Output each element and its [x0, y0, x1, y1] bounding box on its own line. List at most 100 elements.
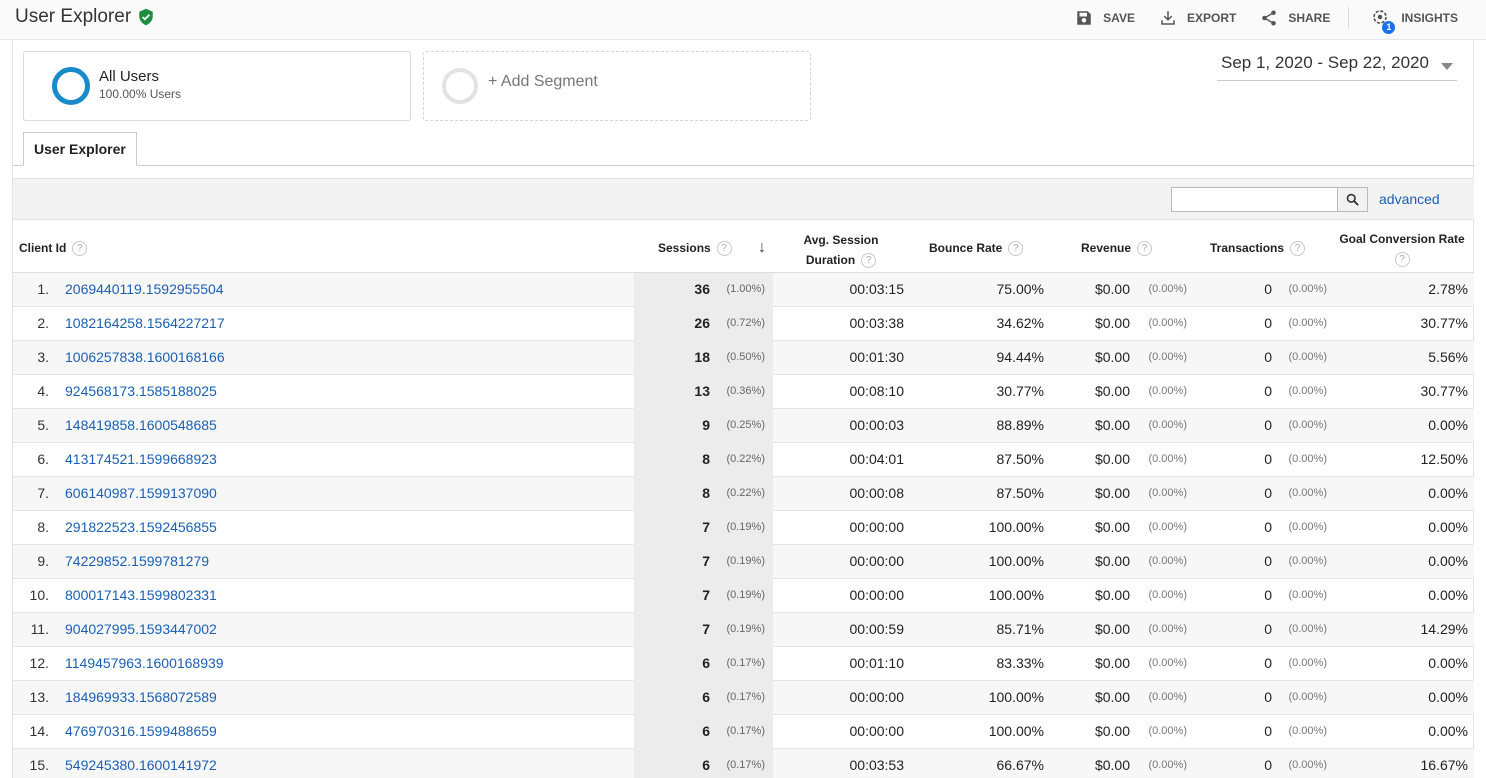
- client-id-link[interactable]: 148419858.1600548685: [65, 409, 217, 443]
- revenue-value: $0.00: [1094, 519, 1130, 535]
- revenue-percent: (0.00%): [1148, 555, 1187, 567]
- avg-session-duration-cell: 00:00:00: [849, 723, 905, 739]
- client-id-link[interactable]: 184969933.1568072589: [65, 681, 217, 715]
- insights-badge: 1: [1382, 21, 1396, 34]
- revenue-cell: $0.00 (0.00%): [1044, 511, 1189, 545]
- sessions-percent: (0.72%): [726, 317, 765, 329]
- date-range-picker[interactable]: Sep 1, 2020 - Sep 22, 2020: [1217, 53, 1457, 81]
- client-id-link[interactable]: 800017143.1599802331: [65, 579, 217, 613]
- client-id-link[interactable]: 413174521.1599668923: [65, 443, 217, 477]
- sessions-value: 8: [702, 451, 710, 467]
- client-id-link[interactable]: 2069440119.1592955504: [65, 273, 224, 307]
- row-index: 6.: [37, 451, 49, 467]
- add-segment-button[interactable]: + Add Segment: [423, 51, 811, 121]
- avg-session-duration-cell: 00:03:53: [849, 757, 905, 773]
- client-id-link[interactable]: 1082164258.1564227217: [65, 307, 225, 341]
- client-id-link[interactable]: 1006257838.1600168166: [65, 341, 225, 375]
- transactions-percent: (0.00%): [1288, 691, 1327, 703]
- bounce-rate-cell: 34.62%: [996, 315, 1044, 331]
- sessions-cell: 7 (0.19%): [634, 613, 773, 647]
- revenue-percent: (0.00%): [1148, 283, 1187, 295]
- bounce-rate-cell: 100.00%: [988, 723, 1044, 739]
- page-header: User Explorer SAVE EXPORT SHARE 1 INSIGH…: [0, 0, 1486, 40]
- bounce-rate-cell: 88.89%: [996, 417, 1044, 433]
- help-icon[interactable]: ?: [716, 241, 732, 257]
- row-index: 4.: [37, 383, 49, 399]
- table-row: 15. 549245380.1600141972 6 (0.17%) 00:03…: [13, 749, 1474, 778]
- column-header-goal-conversion-rate[interactable]: Goal Conversion Rate ?: [1333, 229, 1471, 269]
- client-id-link[interactable]: 1149457963.1600168939: [65, 647, 224, 681]
- sessions-cell: 7 (0.19%): [634, 545, 773, 579]
- bounce-rate-cell: 100.00%: [988, 689, 1044, 705]
- client-id-link[interactable]: 74229852.1599781279: [65, 545, 209, 579]
- column-label: Revenue: [1081, 241, 1132, 255]
- transactions-value: 0: [1264, 485, 1272, 501]
- client-id-link[interactable]: 924568173.1585188025: [65, 375, 217, 409]
- insights-icon: 1: [1371, 8, 1396, 34]
- client-id-link[interactable]: 291822523.1592456855: [65, 511, 217, 545]
- transactions-percent: (0.00%): [1288, 623, 1327, 635]
- transactions-percent: (0.00%): [1288, 453, 1327, 465]
- goal-conversion-rate-cell: 30.77%: [1420, 315, 1468, 331]
- table-toolbar: advanced: [13, 178, 1474, 220]
- column-header-bounce-rate[interactable]: Bounce Rate?: [929, 241, 1024, 257]
- help-icon[interactable]: ?: [1394, 252, 1410, 268]
- bounce-rate-cell: 87.50%: [996, 451, 1044, 467]
- share-label: SHARE: [1288, 11, 1331, 25]
- transactions-value: 0: [1264, 315, 1272, 331]
- transactions-cell: 0 (0.00%): [1189, 477, 1330, 511]
- transactions-percent: (0.00%): [1288, 419, 1327, 431]
- goal-conversion-rate-cell: 2.78%: [1428, 281, 1468, 297]
- row-index: 7.: [37, 485, 49, 501]
- shield-check-icon: [139, 8, 153, 26]
- table-row: 5. 148419858.1600548685 9 (0.25%) 00:00:…: [13, 409, 1474, 443]
- sessions-cell: 7 (0.19%): [634, 579, 773, 613]
- column-header-sessions[interactable]: Sessions?: [658, 241, 732, 257]
- transactions-value: 0: [1264, 417, 1272, 433]
- transactions-value: 0: [1264, 655, 1272, 671]
- column-header-revenue[interactable]: Revenue?: [1081, 241, 1153, 257]
- revenue-percent: (0.00%): [1148, 759, 1187, 771]
- revenue-percent: (0.00%): [1148, 623, 1187, 635]
- column-header-transactions[interactable]: Transactions?: [1210, 241, 1306, 257]
- goal-conversion-rate-cell: 0.00%: [1428, 417, 1468, 433]
- column-header-avg-session-duration[interactable]: Avg. Session Duration?: [781, 230, 901, 270]
- help-icon[interactable]: ?: [1137, 241, 1153, 257]
- transactions-percent: (0.00%): [1288, 589, 1327, 601]
- export-label: EXPORT: [1186, 11, 1237, 25]
- help-icon[interactable]: ?: [1290, 241, 1306, 257]
- row-index: 8.: [37, 519, 49, 535]
- client-id-link[interactable]: 549245380.1600141972: [65, 749, 217, 778]
- sessions-cell: 6 (0.17%): [634, 681, 773, 715]
- search-button[interactable]: [1337, 187, 1368, 212]
- save-button[interactable]: SAVE: [1075, 9, 1135, 27]
- insights-button[interactable]: 1 INSIGHTS: [1371, 8, 1458, 34]
- revenue-cell: $0.00 (0.00%): [1044, 341, 1189, 375]
- sort-descending-icon[interactable]: ↓: [758, 239, 766, 257]
- table-search-input[interactable]: [1171, 187, 1338, 212]
- help-icon[interactable]: ?: [1008, 241, 1024, 257]
- help-icon[interactable]: ?: [861, 253, 877, 269]
- advanced-filter-link[interactable]: advanced: [1379, 191, 1440, 207]
- table-row: 13. 184969933.1568072589 6 (0.17%) 00:00…: [13, 681, 1474, 715]
- caret-down-icon: [1441, 63, 1453, 70]
- segment-all-users[interactable]: All Users 100.00% Users: [23, 51, 411, 121]
- sessions-cell: 9 (0.25%): [634, 409, 773, 443]
- column-label-line2: Duration: [805, 253, 856, 267]
- sessions-value: 6: [702, 723, 710, 739]
- segment-percent: 100.00% Users: [99, 87, 182, 101]
- tab-user-explorer[interactable]: User Explorer: [23, 132, 137, 166]
- goal-conversion-rate-cell: 0.00%: [1428, 689, 1468, 705]
- revenue-value: $0.00: [1094, 281, 1130, 297]
- client-id-link[interactable]: 476970316.1599488659: [65, 715, 217, 749]
- transactions-cell: 0 (0.00%): [1189, 341, 1330, 375]
- export-button[interactable]: EXPORT: [1159, 9, 1236, 27]
- client-id-link[interactable]: 606140987.1599137090: [65, 477, 217, 511]
- share-button[interactable]: SHARE: [1260, 9, 1330, 27]
- transactions-value: 0: [1264, 349, 1272, 365]
- client-id-link[interactable]: 904027995.1593447002: [65, 613, 217, 647]
- column-header-client-id[interactable]: Client Id?: [19, 241, 88, 257]
- help-icon[interactable]: ?: [72, 241, 88, 257]
- save-label: SAVE: [1103, 11, 1135, 25]
- revenue-cell: $0.00 (0.00%): [1044, 307, 1189, 341]
